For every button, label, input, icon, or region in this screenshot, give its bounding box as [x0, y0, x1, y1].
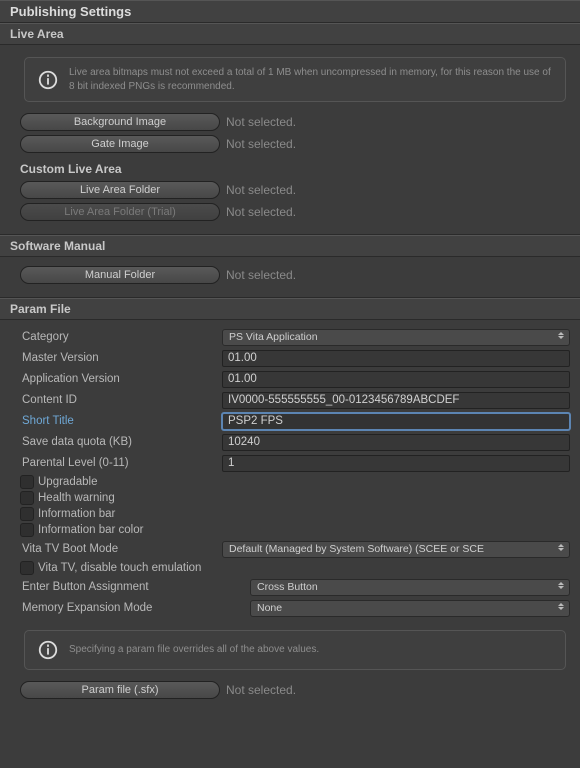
- master-version-input[interactable]: [222, 350, 570, 367]
- application-version-label: Application Version: [20, 373, 222, 385]
- param-file-value: Not selected.: [226, 683, 296, 697]
- live-area-info-box: Live area bitmaps must not exceed a tota…: [24, 57, 566, 102]
- info-icon: [37, 69, 59, 91]
- information-bar-color-checkbox[interactable]: [20, 523, 34, 537]
- background-image-button[interactable]: Background Image: [20, 113, 220, 131]
- save-data-quota-label: Save data quota (KB): [20, 436, 222, 448]
- param-file-button[interactable]: Param file (.sfx): [20, 681, 220, 699]
- short-title-input[interactable]: [222, 413, 570, 430]
- content-id-label: Content ID: [20, 394, 222, 406]
- custom-live-area-title: Custom Live Area: [20, 162, 570, 176]
- parental-level-input[interactable]: [222, 455, 570, 472]
- info-icon: [37, 639, 59, 661]
- upgradable-checkbox[interactable]: [20, 475, 34, 489]
- manual-folder-button[interactable]: Manual Folder: [20, 266, 220, 284]
- enter-button-assignment-label: Enter Button Assignment: [20, 581, 250, 593]
- save-data-quota-input[interactable]: [222, 434, 570, 451]
- category-label: Category: [20, 331, 222, 343]
- parental-level-label: Parental Level (0-11): [20, 457, 222, 469]
- memory-expansion-mode-label: Memory Expansion Mode: [20, 602, 250, 614]
- publishing-settings-header[interactable]: Publishing Settings: [0, 0, 580, 23]
- live-area-folder-trial-button[interactable]: Live Area Folder (Trial): [20, 203, 220, 221]
- live-area-info-text: Live area bitmaps must not exceed a tota…: [69, 66, 553, 93]
- memory-expansion-mode-dropdown[interactable]: None: [250, 600, 570, 617]
- application-version-input[interactable]: [222, 371, 570, 388]
- manual-folder-value: Not selected.: [226, 268, 296, 282]
- live-area-section-header[interactable]: Live Area: [0, 23, 580, 45]
- gate-image-value: Not selected.: [226, 137, 296, 151]
- background-image-value: Not selected.: [226, 115, 296, 129]
- information-bar-checkbox[interactable]: [20, 507, 34, 521]
- short-title-label: Short Title: [20, 415, 222, 427]
- health-warning-label: Health warning: [38, 492, 115, 504]
- param-override-info-text: Specifying a param file overrides all of…: [69, 643, 319, 657]
- vita-tv-boot-mode-dropdown[interactable]: Default (Managed by System Software) (SC…: [222, 541, 570, 558]
- upgradable-label: Upgradable: [38, 476, 97, 488]
- live-area-folder-button[interactable]: Live Area Folder: [20, 181, 220, 199]
- master-version-label: Master Version: [20, 352, 222, 364]
- health-warning-checkbox[interactable]: [20, 491, 34, 505]
- information-bar-color-label: Information bar color: [38, 524, 143, 536]
- category-dropdown[interactable]: PS Vita Application: [222, 329, 570, 346]
- param-file-section-header[interactable]: Param File: [0, 298, 580, 320]
- live-area-folder-value: Not selected.: [226, 183, 296, 197]
- content-id-input[interactable]: [222, 392, 570, 409]
- software-manual-section-header[interactable]: Software Manual: [0, 235, 580, 257]
- enter-button-assignment-dropdown[interactable]: Cross Button: [250, 579, 570, 596]
- gate-image-button[interactable]: Gate Image: [20, 135, 220, 153]
- vita-tv-disable-touch-label: Vita TV, disable touch emulation: [38, 562, 201, 574]
- vita-tv-disable-touch-checkbox[interactable]: [20, 561, 34, 575]
- vita-tv-boot-mode-label: Vita TV Boot Mode: [20, 543, 222, 555]
- param-override-info-box: Specifying a param file overrides all of…: [24, 630, 566, 670]
- information-bar-label: Information bar: [38, 508, 115, 520]
- live-area-folder-trial-value: Not selected.: [226, 205, 296, 219]
